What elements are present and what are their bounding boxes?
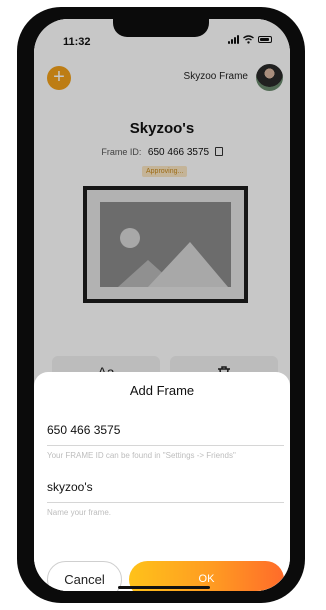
frame-id-input[interactable]: 650 466 3575 <box>47 423 120 437</box>
device-notch <box>113 19 209 37</box>
home-indicator <box>118 586 210 589</box>
frame-id-hint: Your FRAME ID can be found in "Settings … <box>47 451 236 460</box>
frame-id-input-underline <box>47 445 284 446</box>
cancel-button[interactable]: Cancel <box>47 561 122 591</box>
frame-name-input[interactable]: skyzoo's <box>47 480 93 494</box>
frame-name-hint: Name your frame. <box>47 508 112 517</box>
frame-name-input-underline <box>47 502 284 503</box>
sheet-title: Add Frame <box>129 383 195 398</box>
screen: 11:32 + Skyzoo Frame Skyzoo's Frame ID: … <box>34 19 290 591</box>
add-frame-sheet: Add Frame 650 466 3575 Your FRAME ID can… <box>34 372 290 591</box>
